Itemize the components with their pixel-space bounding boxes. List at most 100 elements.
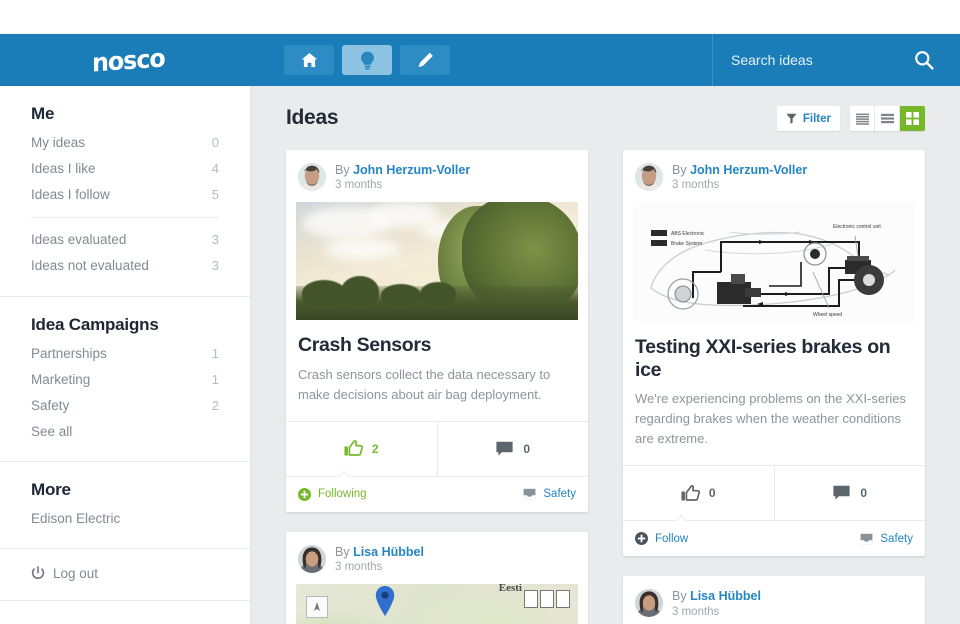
idea-card[interactable]: By John Herzum-Voller 3 months: [623, 150, 926, 557]
card-author-name[interactable]: Lisa Hübbel: [353, 545, 424, 559]
avatar: [298, 545, 326, 574]
sidebar-item-safety[interactable]: Safety 2: [31, 393, 219, 419]
map-compass-control[interactable]: [306, 596, 328, 619]
thumbs-up-icon: [344, 440, 363, 457]
inbox-icon: [860, 533, 873, 544]
avatar-photo-female: [635, 589, 663, 618]
view-grid-button[interactable]: [900, 106, 925, 131]
card-byline: By John Herzum-Voller: [335, 163, 470, 177]
map-label-boxes: [524, 590, 570, 609]
forest-photo: [296, 202, 578, 321]
follow-label: Following: [318, 488, 367, 501]
sidebar-item-ideas-not-evaluated[interactable]: Ideas not evaluated 3: [31, 253, 219, 279]
sidebar-item-label: Marketing: [31, 372, 91, 387]
idea-card[interactable]: By Lisa Hübbel 3 months: [286, 531, 588, 624]
by-label: By: [672, 589, 687, 604]
search-icon: [915, 51, 934, 70]
brand-logo-area[interactable]: nosco: [0, 34, 256, 86]
sidebar-item-marketing[interactable]: Marketing 1: [31, 367, 219, 393]
sidebar-logout-area: Log out: [0, 566, 250, 581]
comment-button[interactable]: 0: [773, 466, 926, 521]
circle-plus-icon: [298, 487, 311, 501]
card-author-row: By John Herzum-Voller 3 months: [286, 150, 588, 202]
card-author-row: By Lisa Hübbel 3 months: [286, 532, 588, 584]
sidebar-section-me: Me My ideas 0 Ideas I like 4 Ideas I fol…: [0, 104, 250, 208]
main-toolbar: Filter: [776, 106, 925, 131]
campaign-tag[interactable]: Safety: [523, 488, 576, 500]
like-button[interactable]: 2: [286, 422, 437, 476]
card-byline: By Lisa Hübbel: [335, 545, 424, 559]
sidebar-section-title: Idea Campaigns: [31, 315, 159, 334]
brand-logo-text: nosco: [91, 42, 165, 78]
search-button[interactable]: [912, 48, 936, 72]
avatar: [635, 163, 663, 192]
view-list-button[interactable]: [875, 106, 900, 131]
comment-count: 0: [523, 441, 531, 456]
sidebar-item-edison-electric[interactable]: Edison Electric: [31, 506, 219, 532]
circle-plus-icon: [635, 532, 648, 546]
comment-icon: [833, 486, 851, 500]
card-media-image[interactable]: Eesti: [296, 584, 578, 624]
view-compact-list-button[interactable]: [850, 106, 875, 131]
nav-create-button[interactable]: [400, 45, 450, 75]
sidebar-item-my-ideas[interactable]: My ideas 0: [31, 130, 219, 156]
search-input[interactable]: [713, 45, 883, 75]
card-byline: By Lisa Hübbel: [672, 589, 761, 603]
map-label-box: [524, 590, 538, 609]
card-media-image[interactable]: Electronic control unit ABS Electronic B…: [633, 202, 915, 323]
sidebar-section-idea-campaigns: Idea Campaigns Partnerships 1 Marketing …: [0, 315, 250, 445]
view-toggle-group: [850, 106, 925, 131]
list-icon: [880, 113, 894, 124]
home-icon: [301, 53, 317, 67]
comment-button[interactable]: 0: [436, 421, 589, 476]
inbox-icon: [523, 489, 536, 500]
sidebar-item-partnerships[interactable]: Partnerships 1: [31, 341, 219, 367]
card-title[interactable]: Crash Sensors: [298, 334, 576, 356]
sidebar-item-ideas-i-follow[interactable]: Ideas I follow 5: [31, 182, 219, 208]
sidebar-item-count: 4: [211, 161, 219, 176]
card-author-info: By Lisa Hübbel 3 months: [672, 589, 761, 617]
sidebar-subsection-evaluation: Ideas evaluated 3 Ideas not evaluated 3: [0, 227, 250, 279]
sidebar-item-count: 3: [211, 232, 219, 247]
map-image: Eesti: [296, 584, 578, 624]
dense-list-icon: [855, 113, 869, 125]
map-label-box: [540, 590, 554, 609]
card-timestamp: 3 months: [335, 179, 383, 192]
idea-card[interactable]: By Lisa Hübbel 3 months: [623, 576, 925, 624]
follow-button[interactable]: Following: [298, 487, 367, 501]
footer-notch: [338, 471, 350, 477]
sidebar-item-ideas-evaluated[interactable]: Ideas evaluated 3: [31, 227, 219, 253]
card-body: Testing XXI-series brakes on ice We're e…: [623, 322, 925, 465]
filter-button[interactable]: Filter: [776, 106, 840, 131]
logout-button[interactable]: Log out: [31, 566, 219, 581]
top-bar: nosco: [0, 34, 960, 86]
follow-button[interactable]: Follow: [635, 532, 689, 546]
card-timestamp: 3 months: [672, 179, 720, 192]
sidebar-section-title: Me: [31, 104, 55, 123]
card-author-name[interactable]: Lisa Hübbel: [690, 589, 761, 603]
like-button[interactable]: 0: [623, 466, 774, 520]
sidebar-item-label: See all: [31, 424, 73, 439]
grid-column-right: By John Herzum-Voller 3 months Electroni…: [623, 150, 925, 624]
by-label: By: [672, 163, 687, 177]
avatar: [635, 589, 663, 618]
idea-card[interactable]: By John Herzum-Voller 3 months: [286, 150, 588, 512]
nav-home-button[interactable]: [284, 45, 334, 75]
card-media-image[interactable]: [296, 202, 578, 321]
card-author-name[interactable]: John Herzum-Voller: [353, 163, 470, 177]
card-author-name[interactable]: John Herzum-Voller: [690, 163, 807, 177]
nav-ideas-button[interactable]: [342, 45, 392, 75]
card-title[interactable]: Testing XXI-series brakes on ice: [635, 336, 913, 380]
app-root: nosco Search ideas Me My ideas 0 Ideas I…: [0, 0, 960, 624]
funnel-icon: [786, 113, 797, 124]
ideas-grid: By John Herzum-Voller 3 months Crash Sen…: [251, 150, 960, 624]
grid-column-left: By John Herzum-Voller 3 months Crash Sen…: [286, 150, 588, 624]
avatar: [298, 163, 326, 192]
follow-label: Follow: [655, 532, 689, 545]
map-region-label: Eesti: [498, 584, 522, 595]
sidebar-item-label: Edison Electric: [31, 511, 121, 526]
campaign-tag[interactable]: Safety: [860, 533, 913, 545]
sidebar-item-ideas-i-like[interactable]: Ideas I like 4: [31, 156, 219, 182]
sidebar-item-see-all[interactable]: See all: [31, 419, 219, 445]
thumbs-up-icon: [681, 484, 700, 501]
